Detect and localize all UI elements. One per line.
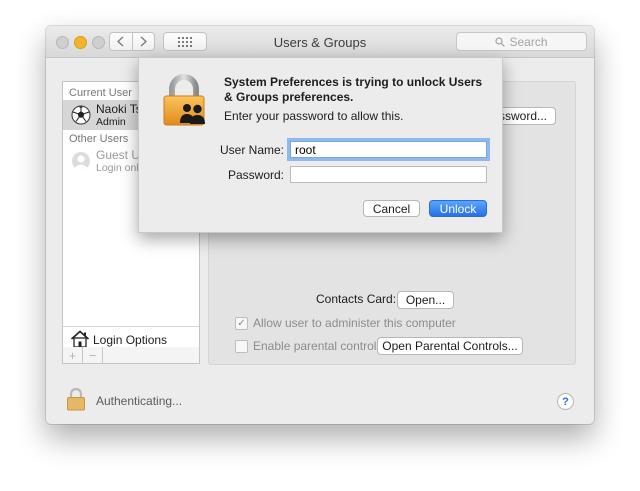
search-field[interactable]: Search — [456, 32, 587, 51]
login-options-label: Login Options — [93, 333, 168, 347]
title-bar: Users & Groups Search — [46, 26, 594, 58]
help-button[interactable]: ? — [557, 393, 574, 410]
search-icon — [495, 36, 506, 47]
other-users-section-label: Other Users — [69, 133, 129, 145]
contacts-card-label: Contacts Card: — [316, 292, 397, 306]
parental-controls-checkbox[interactable] — [235, 339, 248, 353]
user-sub: Login only — [96, 162, 144, 174]
current-user-section-label: Current User — [69, 87, 132, 99]
house-icon — [70, 330, 90, 348]
open-contacts-card-button[interactable]: Open... — [397, 291, 454, 309]
guest-user-avatar-icon — [72, 152, 90, 170]
password-input[interactable] — [290, 166, 487, 183]
allow-admin-option[interactable]: ✓ Allow user to administer this computer — [235, 316, 456, 330]
open-parental-controls-button[interactable]: Open Parental Controls... — [377, 337, 523, 355]
username-label: User Name: — [219, 143, 284, 157]
unlock-button[interactable]: Unlock — [429, 200, 487, 217]
username-input[interactable] — [287, 138, 490, 161]
remove-user-button[interactable]: − — [83, 347, 103, 363]
add-user-button[interactable]: + — [63, 347, 83, 363]
user-role: Admin — [96, 116, 126, 128]
dialog-message: Enter your password to allow this. — [224, 109, 404, 123]
search-placeholder: Search — [509, 34, 548, 49]
authenticating-status: Authenticating... — [96, 394, 183, 408]
cancel-button[interactable]: Cancel — [363, 200, 420, 217]
sidebar-action-bar: + − — [62, 347, 200, 364]
soccer-ball-avatar-icon — [71, 105, 91, 125]
padlock-users-icon — [163, 74, 205, 126]
allow-admin-checkbox[interactable]: ✓ — [235, 316, 248, 330]
allow-admin-label: Allow user to administer this computer — [253, 316, 456, 330]
parental-controls-label: Enable parental controls — [253, 339, 383, 353]
lock-icon — [67, 387, 85, 411]
password-label: Password: — [227, 168, 284, 182]
unlock-dialog: System Preferences is trying to unlock U… — [138, 57, 503, 233]
dialog-title: System Preferences is trying to unlock U… — [224, 75, 483, 104]
parental-controls-option[interactable]: Enable parental controls — [235, 339, 382, 353]
user-name: Naoki Ts — [96, 102, 142, 116]
